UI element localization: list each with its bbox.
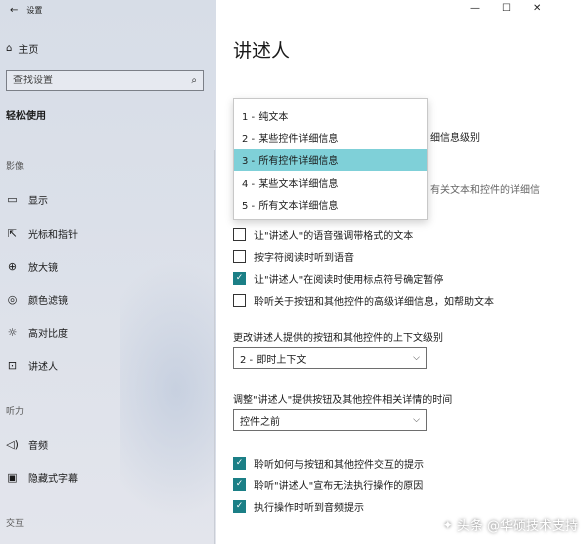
checkbox-audio-cues[interactable]: ✓ 执行操作时听到音频提示	[233, 499, 364, 514]
checkbox-punctuation-pauses[interactable]: ✓ 让"讲述人"在阅读时使用标点符号确定暂停	[233, 271, 443, 286]
checkbox-label: 让"讲述人"的语音强调带格式的文本	[254, 231, 414, 242]
checkbox-box[interactable]	[233, 228, 246, 241]
page-title: 讲述人	[233, 40, 291, 62]
sidebar-item-audio[interactable]: ◁) 音频	[6, 437, 48, 452]
sidebar-item-label: 颜色滤镜	[28, 296, 68, 307]
checkbox-box[interactable]	[233, 294, 246, 307]
timing-select[interactable]: 控件之前 ⌵	[233, 409, 427, 431]
color-filter-icon: ◎	[7, 293, 18, 306]
timing-value: 控件之前	[240, 416, 280, 428]
sidebar-background-blur	[120, 260, 216, 520]
chevron-down-icon: ⌵	[413, 353, 420, 363]
checkmark-icon: ✓	[235, 458, 244, 468]
dropdown-option[interactable]: 1 - 纯文本	[234, 104, 427, 126]
magnifier-icon: ⊕	[7, 260, 18, 273]
checkbox-box-checked[interactable]: ✓	[233, 500, 246, 513]
group-label-interaction: 交互	[6, 519, 25, 529]
checkbox-label: 执行操作时听到音频提示	[254, 503, 364, 514]
sidebar-item-cursor[interactable]: ⇱ 光标和指针	[6, 226, 78, 241]
search-icon[interactable]: ⌕	[191, 75, 197, 86]
checkbox-emphasize-formatting[interactable]: 让"讲述人"的语音强调带格式的文本	[233, 227, 413, 242]
sidebar-item-display[interactable]: ▭ 显示	[6, 192, 48, 207]
context-level-select[interactable]: 2 - 即时上下文 ⌵	[233, 347, 427, 369]
monitor-icon: ▭	[7, 193, 18, 206]
occluded-description: 有关文本和控件的详细信	[430, 185, 540, 196]
checkmark-icon: ✓	[235, 273, 244, 283]
context-level-label: 更改讲述人提供的按钮和其他控件的上下文级别	[233, 333, 443, 344]
dropdown-option[interactable]: 4 - 某些文本详细信息	[234, 171, 427, 193]
context-level-value: 2 - 即时上下文	[240, 354, 307, 366]
timing-label: 调整"讲述人"提供按钮及其他控件相关详情的时间	[233, 395, 453, 406]
sidebar-item-captions[interactable]: ▣ 隐藏式字幕	[6, 470, 78, 485]
sidebar-item-magnifier[interactable]: ⊕ 放大镜	[6, 259, 58, 274]
dropdown-option[interactable]: 2 - 某些控件详细信息	[234, 126, 427, 148]
group-label-hearing: 听力	[6, 407, 25, 417]
sidebar-item-label: 放大镜	[28, 263, 58, 274]
sidebar-item-color-filters[interactable]: ◎ 颜色滤镜	[6, 292, 68, 307]
checkbox-box-checked[interactable]: ✓	[233, 272, 246, 285]
chevron-down-icon: ⌵	[413, 415, 420, 425]
close-button[interactable]: ✕	[533, 3, 541, 14]
narrator-icon: ⊡	[7, 359, 18, 372]
sidebar-item-high-contrast[interactable]: ☼ 高对比度	[6, 325, 68, 340]
dropdown-option-selected[interactable]: 3 - 所有控件详细信息	[234, 148, 427, 172]
group-label-vision: 影像	[6, 162, 25, 172]
dropdown-option[interactable]: 5 - 所有文本详细信息	[234, 194, 427, 216]
watermark-text: 头条 @华硕技术支持	[456, 519, 578, 534]
captions-icon: ▣	[7, 471, 18, 484]
verbosity-dropdown-list[interactable]: 1 - 纯文本 2 - 某些控件详细信息 3 - 所有控件详细信息 4 - 某些…	[233, 98, 428, 220]
watermark: ✦ 头条 @华硕技术支持	[442, 515, 578, 535]
sidebar-item-narrator[interactable]: ⊡ 讲述人	[6, 358, 58, 373]
contrast-icon: ☼	[7, 326, 18, 339]
checkbox-advanced-details[interactable]: 聆听关于按钮和其他控件的高级详细信息，如帮助文本	[233, 293, 494, 308]
sidebar-item-label: 音频	[28, 441, 48, 452]
sidebar-item-label: 隐藏式字幕	[28, 474, 78, 485]
sidebar-item-label: 光标和指针	[28, 230, 78, 241]
sidebar-item-label: 高对比度	[28, 329, 68, 340]
minimize-button[interactable]: —	[470, 3, 480, 14]
search-box[interactable]: ⌕	[6, 70, 204, 91]
window-title-bar: ← 设置	[10, 5, 42, 16]
checkbox-char-reading[interactable]: 按字符阅读时听到语音	[233, 249, 354, 264]
checkbox-label: 按字符阅读时听到语音	[254, 253, 354, 264]
checkbox-label: 聆听如何与按钮和其他控件交互的提示	[254, 460, 424, 471]
checkbox-label: 聆听关于按钮和其他控件的高级详细信息，如帮助文本	[254, 297, 494, 308]
checkbox-interaction-hints[interactable]: ✓ 聆听如何与按钮和其他控件交互的提示	[233, 456, 424, 471]
checkbox-announce-failures[interactable]: ✓ 聆听"讲述人"宣布无法执行操作的原因	[233, 477, 423, 492]
window-controls: — ☐ ✕	[470, 3, 541, 14]
checkbox-label: 聆听"讲述人"宣布无法执行操作的原因	[254, 481, 424, 492]
checkmark-icon: ✓	[235, 479, 244, 489]
checkbox-box-checked[interactable]: ✓	[233, 457, 246, 470]
home-icon: ⌂	[6, 43, 13, 54]
search-input[interactable]	[13, 75, 173, 86]
section-title: 轻松使用	[6, 111, 46, 122]
window-title: 设置	[26, 6, 43, 15]
sidebar: ← 设置 ⌂ 主页 ⌕ 轻松使用 影像 ▭ 显示 ⇱ 光标和指针 ⊕ 放大镜 ◎…	[0, 0, 216, 544]
sidebar-divider	[214, 150, 215, 544]
occluded-label-verbosity: 细信息级别	[430, 133, 480, 144]
checkbox-box[interactable]	[233, 250, 246, 263]
back-arrow-icon[interactable]: ←	[10, 5, 18, 16]
toutiao-logo-icon: ✦	[442, 517, 453, 532]
nav-home-label: 主页	[18, 45, 39, 56]
sidebar-item-label: 显示	[28, 196, 48, 207]
nav-home[interactable]: ⌂ 主页	[6, 41, 38, 56]
checkbox-box-checked[interactable]: ✓	[233, 478, 246, 491]
checkbox-label: 让"讲述人"在阅读时使用标点符号确定暂停	[254, 275, 444, 286]
checkmark-icon: ✓	[235, 501, 244, 511]
maximize-button[interactable]: ☐	[502, 3, 511, 14]
speaker-icon: ◁)	[6, 438, 19, 451]
sidebar-item-label: 讲述人	[28, 362, 58, 373]
cursor-icon: ⇱	[7, 227, 18, 240]
